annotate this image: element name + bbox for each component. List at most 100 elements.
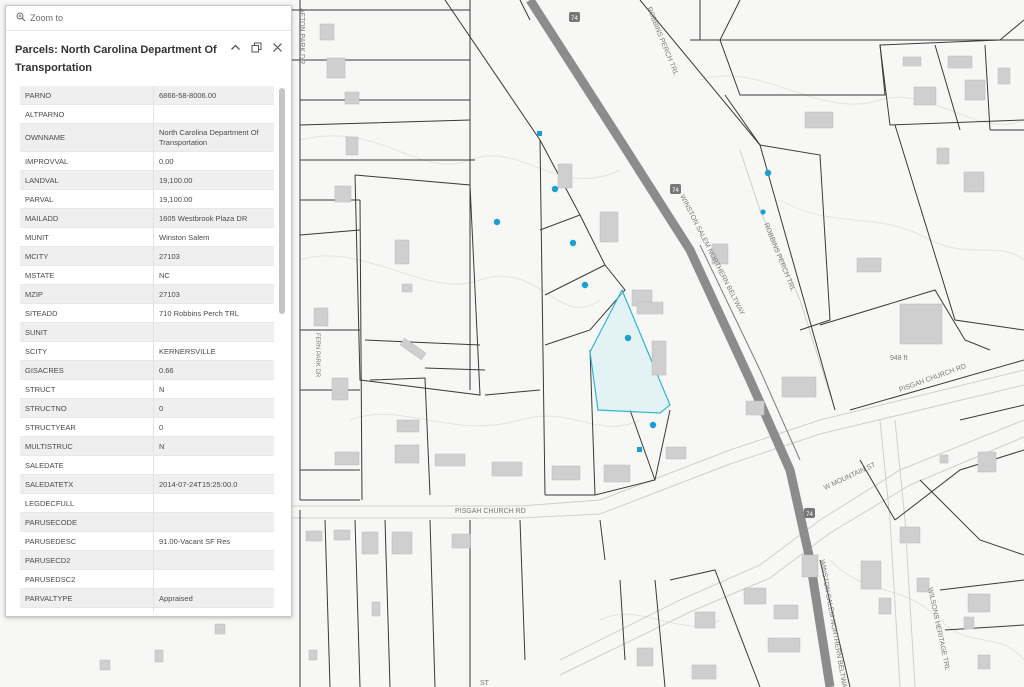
road-label-fern-park: FERN PARK DR	[314, 333, 320, 378]
attribute-row: PARUSEDESC 91.00-Vacant SF Res	[20, 531, 274, 551]
popup-actions	[229, 41, 283, 53]
attribute-value: Appraised	[153, 588, 274, 608]
road-label-bottom-st: ST	[480, 680, 490, 687]
attribute-key: MSTATE	[20, 265, 154, 285]
attribute-value: 1605 Westbrook Plaza DR	[153, 208, 274, 228]
chevron-up-icon	[230, 44, 240, 50]
attribute-row: MULTISTRUC N	[20, 436, 274, 456]
attribute-value: 0	[153, 417, 274, 437]
attribute-value	[153, 569, 274, 589]
attribute-key: SITEADD	[20, 303, 154, 323]
highway-shield-mid: 74	[670, 184, 681, 194]
attribute-key: IMPROVVAL	[20, 151, 154, 171]
attribute-key: PARVALTYPE	[20, 588, 154, 608]
attribute-value: 2014-07-24T15:25:00.0	[153, 474, 274, 494]
attribute-value: 6866-58-8006.00	[153, 86, 274, 105]
attribute-value	[153, 550, 274, 570]
attribute-value: 19,100.00	[153, 170, 274, 190]
road-label-pisgah-church-bottom: PISGAH CHURCH RD	[455, 508, 526, 515]
attribute-key: ALTPARNO	[20, 104, 154, 124]
popup-toolbar: Zoom to	[6, 6, 291, 31]
highway-shield-top: 74	[569, 12, 580, 22]
svg-text:74: 74	[672, 188, 679, 194]
attribute-value: Winston Salem	[153, 227, 274, 247]
attribute-row: STRUCT N	[20, 379, 274, 399]
attribute-key: SALEDATETX	[20, 474, 154, 494]
attribute-value: 91.00-Vacant SF Res	[153, 531, 274, 551]
attribute-row: OWNNAME North Carolina Department Of Tran…	[20, 123, 274, 152]
attribute-key: SCITY	[20, 341, 154, 361]
close-button[interactable]	[271, 41, 283, 53]
attribute-value: KERNERSVILLE	[153, 341, 274, 361]
feature-popup: Zoom to Parcels: North Carolina Departme…	[5, 5, 292, 617]
attribute-row: PARUSECD2	[20, 550, 274, 570]
zoom-icon	[16, 12, 26, 24]
attribute-key: LEGDECFULL	[20, 493, 154, 513]
attribute-row: SALEDATETX 2014-07-24T15:25:00.0	[20, 474, 274, 494]
attribute-row: SALEDATE	[20, 455, 274, 475]
collapse-button[interactable]	[229, 41, 241, 53]
attribute-value: 710 Robbins Perch TRL	[153, 303, 274, 323]
attribute-key: PARUSECODE	[20, 512, 154, 532]
attribute-row: MSTATE NC	[20, 265, 274, 285]
attribute-key: MUNIT	[20, 227, 154, 247]
attribute-key: OWNNAME	[20, 123, 154, 152]
attribute-row: PARUSEDSC2	[20, 569, 274, 589]
zoom-to-button[interactable]: Zoom to	[16, 12, 63, 24]
attribute-row: SCITY KERNERSVILLE	[20, 341, 274, 361]
attribute-value	[153, 455, 274, 475]
attribute-value: 0	[153, 398, 274, 418]
attribute-row: LEGDECFULL	[20, 493, 274, 513]
attribute-key: OWNTYPE	[20, 607, 154, 612]
attribute-value: N	[153, 436, 274, 456]
attribute-key: STRUCTYEAR	[20, 417, 154, 437]
attribute-value: NC	[153, 265, 274, 285]
popup-header: Parcels: North Carolina Department Of Tr…	[6, 31, 291, 81]
scrollbar[interactable]	[279, 88, 285, 610]
attribute-row: OWNTYPE	[20, 607, 274, 612]
attribute-key: MCITY	[20, 246, 154, 266]
attribute-value: North Carolina Department Of Transportat…	[153, 123, 274, 152]
attribute-key: PARNO	[20, 86, 154, 105]
attribute-value: 0.00	[153, 151, 274, 171]
attribute-table: PARNO 6866-58-8006.00 ALTPARNO OWNNAME North…	[20, 86, 274, 612]
attribute-row: STRUCTNO 0	[20, 398, 274, 418]
zoom-to-label: Zoom to	[30, 13, 64, 23]
attribute-row: ALTPARNO	[20, 104, 274, 124]
dock-button[interactable]	[250, 41, 262, 53]
attribute-row: MZIP 27103	[20, 284, 274, 304]
popup-title: Parcels: North Carolina Department Of Tr…	[15, 44, 217, 74]
highway-shield-low: 74	[804, 508, 815, 518]
attribute-row: MCITY 27103	[20, 246, 274, 266]
svg-text:74: 74	[806, 512, 813, 518]
attribute-row: LANDVAL 19,100.00	[20, 170, 274, 190]
attribute-row: STRUCTYEAR 0	[20, 417, 274, 437]
scrollbar-thumb[interactable]	[279, 88, 285, 314]
attribute-row: SITEADD 710 Robbins Perch TRL	[20, 303, 274, 323]
attribute-key: SUNIT	[20, 322, 154, 342]
attribute-value	[153, 607, 274, 612]
dock-icon	[251, 42, 261, 52]
attribute-key: STRUCT	[20, 379, 154, 399]
attribute-row: PARUSECODE	[20, 512, 274, 532]
attribute-value: 27103	[153, 246, 274, 266]
attribute-key: STRUCTNO	[20, 398, 154, 418]
attribute-value	[153, 104, 274, 124]
attribute-value: 19,100.00	[153, 189, 274, 209]
attribute-key: MAILADD	[20, 208, 154, 228]
attribute-row: PARVALTYPE Appraised	[20, 588, 274, 608]
attribute-row: IMPROVVAL 0.00	[20, 151, 274, 171]
attribute-key: MULTISTRUC	[20, 436, 154, 456]
elevation-label: 948 ft	[890, 355, 908, 362]
road-label-afton-park: AFTON PARK DR	[298, 8, 305, 64]
attribute-row: GISACRES 0.66	[20, 360, 274, 380]
attribute-value: N	[153, 379, 274, 399]
attribute-table-container[interactable]: PARNO 6866-58-8006.00 ALTPARNO OWNNAME North…	[20, 86, 274, 612]
attribute-value: 27103	[153, 284, 274, 304]
attribute-value	[153, 512, 274, 532]
attribute-value	[153, 493, 274, 513]
attribute-key: PARUSEDESC	[20, 531, 154, 551]
attribute-key: GISACRES	[20, 360, 154, 380]
attribute-key: MZIP	[20, 284, 154, 304]
attribute-row: MAILADD 1605 Westbrook Plaza DR	[20, 208, 274, 228]
